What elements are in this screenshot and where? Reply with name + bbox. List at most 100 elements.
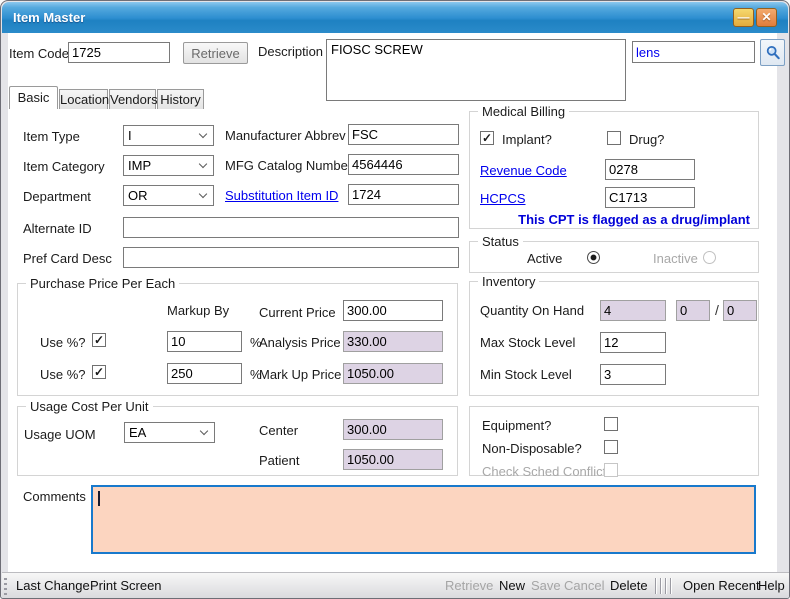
item-master-window: Item Master — ✕ Item Code Retrieve Descr… [0, 0, 790, 599]
statusbar-separator-icon [655, 578, 675, 594]
mfg-catalog-number-input[interactable] [348, 154, 459, 175]
check-sched-conflict-checkbox [604, 463, 618, 477]
chevron-down-icon [199, 130, 207, 138]
usage-uom-select[interactable]: EA [124, 422, 215, 443]
item-type-select[interactable]: I [123, 125, 214, 146]
center-label: Center [259, 423, 298, 438]
window-title: Item Master [13, 10, 85, 25]
tab-vendors[interactable]: Vendors [109, 89, 156, 109]
mark-up-price-field [343, 363, 443, 384]
drug-checkbox[interactable] [607, 131, 621, 145]
chevron-down-icon [199, 190, 207, 198]
use-pct-checkbox-2[interactable]: ✓ [92, 365, 106, 379]
title-bar[interactable]: Item Master — ✕ [2, 2, 788, 33]
qoh-field-2 [676, 300, 710, 321]
alternate-id-label: Alternate ID [23, 221, 92, 236]
quantity-on-hand-label: Quantity On Hand [480, 303, 584, 318]
search-icon [765, 44, 781, 61]
markup-pct-input-2[interactable] [167, 363, 242, 384]
hcpcs-input[interactable] [605, 187, 695, 208]
delete-button[interactable]: Delete [610, 578, 648, 593]
equipment-label: Equipment? [482, 418, 551, 433]
qoh-field-1 [600, 300, 666, 321]
last-change-button[interactable]: Last Change [16, 578, 90, 593]
tab-basic[interactable]: Basic [9, 86, 58, 109]
inactive-radio[interactable] [703, 251, 716, 264]
use-pct-label-1: Use %? [40, 335, 86, 350]
department-value: OR [128, 188, 148, 203]
pref-card-desc-input[interactable] [123, 247, 459, 268]
equipment-checkbox[interactable] [604, 417, 618, 431]
comments-input[interactable] [91, 485, 756, 554]
close-button[interactable]: ✕ [756, 8, 777, 27]
current-price-label: Current Price [259, 305, 336, 320]
item-code-label: Item Code [9, 46, 69, 61]
save-button[interactable]: Save [531, 578, 561, 593]
tab-history[interactable]: History [157, 89, 204, 109]
max-stock-level-label: Max Stock Level [480, 335, 575, 350]
search-input[interactable] [632, 41, 755, 63]
analysis-price-field [343, 331, 443, 352]
substitution-item-id-link[interactable]: Substitution Item ID [225, 188, 338, 203]
use-pct-checkbox-1[interactable]: ✓ [92, 333, 106, 347]
purchase-price-group: Purchase Price Per Each Markup By Curren… [17, 283, 458, 396]
status-bar: Last Change Print Screen Retrieve New Sa… [2, 572, 790, 599]
retrieve-button[interactable]: Retrieve [183, 42, 248, 64]
description-input[interactable]: FIOSC SCREW [326, 39, 626, 101]
medical-billing-title: Medical Billing [478, 104, 569, 119]
statusbar-grip-icon [4, 577, 7, 595]
non-disposable-checkbox[interactable] [604, 440, 618, 454]
manufacturer-abbrev-label: Manufacturer Abbrev [225, 128, 346, 143]
max-stock-level-input[interactable] [600, 332, 666, 353]
item-category-value: IMP [128, 158, 151, 173]
open-recent-button[interactable]: Open Recent [683, 578, 760, 593]
inventory-group: Inventory Quantity On Hand / Max Stock L… [469, 281, 759, 396]
alternate-id-input[interactable] [123, 217, 459, 238]
markup-by-label: Markup By [167, 303, 229, 318]
min-stock-level-input[interactable] [600, 364, 666, 385]
item-category-label: Item Category [23, 159, 105, 174]
revenue-code-input[interactable] [605, 159, 695, 180]
manufacturer-abbrev-input[interactable] [348, 124, 459, 145]
active-radio[interactable] [587, 251, 600, 264]
help-button[interactable]: Help [758, 578, 785, 593]
new-button[interactable]: New [499, 578, 525, 593]
mark-up-price-label: Mark Up Price [259, 367, 341, 382]
department-select[interactable]: OR [123, 185, 214, 206]
revenue-code-link[interactable]: Revenue Code [480, 163, 567, 178]
implant-checkbox[interactable]: ✓ [480, 131, 494, 145]
analysis-price-label: Analysis Price [259, 335, 341, 350]
print-screen-button[interactable]: Print Screen [90, 578, 162, 593]
text-caret [98, 491, 100, 506]
retrieve-statusbar-button[interactable]: Retrieve [445, 578, 493, 593]
item-type-value: I [128, 128, 132, 143]
search-button[interactable] [760, 39, 785, 66]
qoh-slash: / [715, 302, 719, 318]
usage-uom-value: EA [129, 425, 146, 440]
close-icon: ✕ [761, 10, 771, 24]
hcpcs-link[interactable]: HCPCS [480, 191, 526, 206]
chevron-down-icon [199, 160, 207, 168]
minimize-button[interactable]: — [733, 8, 754, 27]
implant-label: Implant? [502, 132, 552, 147]
substitution-item-id-input[interactable] [348, 184, 459, 205]
inactive-label: Inactive [653, 251, 698, 266]
markup-pct-input-1[interactable] [167, 331, 242, 352]
pref-card-desc-label: Pref Card Desc [23, 251, 112, 266]
item-code-input[interactable] [68, 42, 170, 63]
usage-cost-group: Usage Cost Per Unit Usage UOM EA Center … [17, 406, 458, 476]
item-category-select[interactable]: IMP [123, 155, 214, 176]
current-price-input[interactable] [343, 300, 443, 321]
cancel-button[interactable]: Cancel [564, 578, 604, 593]
cpt-flag-message: This CPT is flagged as a drug/implant [518, 212, 750, 227]
center-cost-field [343, 419, 443, 440]
tab-locations[interactable]: Locations [59, 89, 108, 109]
usage-uom-label: Usage UOM [24, 427, 96, 442]
check-sched-conflict-label: Check Sched Conflict? [482, 464, 614, 479]
department-label: Department [23, 189, 91, 204]
purchase-price-title: Purchase Price Per Each [26, 276, 179, 291]
mfg-catalog-number-label: MFG Catalog Number [225, 158, 352, 173]
active-label: Active [527, 251, 562, 266]
status-title: Status [478, 234, 523, 249]
inventory-title: Inventory [478, 274, 539, 289]
